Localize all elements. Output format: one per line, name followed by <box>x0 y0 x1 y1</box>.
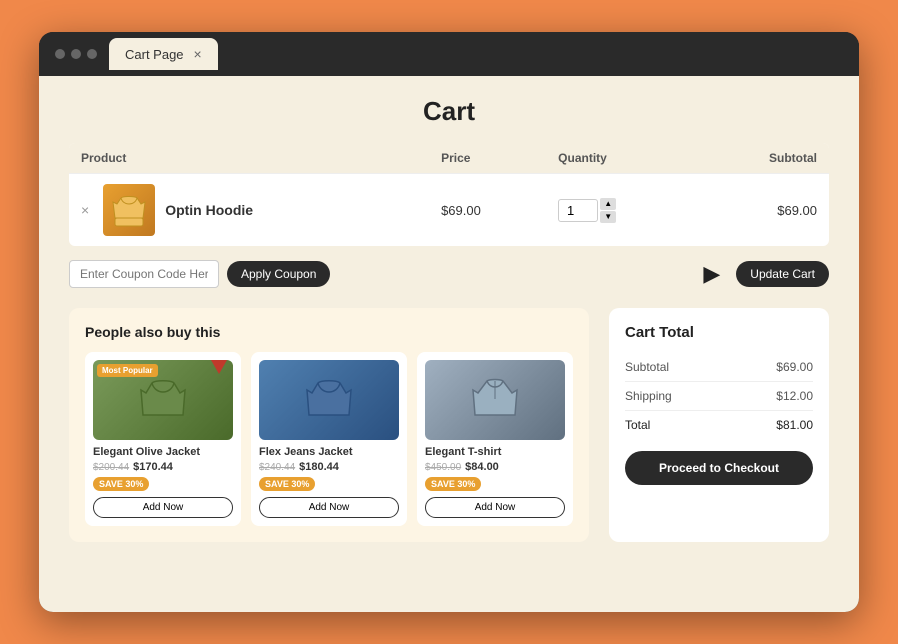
page-title: Cart <box>69 96 829 127</box>
people-buy-title: People also buy this <box>85 324 573 340</box>
cursor-icon: ▶ <box>703 261 720 287</box>
save-badge-1: SAVE 30% <box>259 477 315 491</box>
product-card-image-2 <box>425 360 565 440</box>
quantity-arrows: ▲ ▼ <box>600 198 616 223</box>
product-price: $69.00 <box>429 174 546 247</box>
price-row-2: $450.00 $84.00 <box>425 461 565 473</box>
bookmark-icon <box>211 360 227 374</box>
browser-content: Cart Product Price Quantity Subtotal × <box>39 76 859 612</box>
dot-2 <box>71 49 81 59</box>
col-subtotal: Subtotal <box>697 143 829 174</box>
update-cart-button[interactable]: Update Cart <box>736 261 829 287</box>
product-quantity-cell: ▲ ▼ <box>546 174 697 247</box>
qty-up-button[interactable]: ▲ <box>600 198 616 210</box>
quantity-input[interactable] <box>558 199 598 222</box>
col-product: Product <box>69 143 429 174</box>
save-badge-2: SAVE 30% <box>425 477 481 491</box>
product-name-1: Flex Jeans Jacket <box>259 446 399 458</box>
subtotal-row: Subtotal $69.00 <box>625 353 813 382</box>
qty-down-button[interactable]: ▼ <box>600 211 616 223</box>
total-value: $81.00 <box>776 418 813 432</box>
cart-total-section: Cart Total Subtotal $69.00 Shipping $12.… <box>609 308 829 542</box>
shipping-row: Shipping $12.00 <box>625 382 813 411</box>
product-card-image-1 <box>259 360 399 440</box>
product-card-2: Elegant T-shirt $450.00 $84.00 SAVE 30% … <box>417 352 573 526</box>
dot-3 <box>87 49 97 59</box>
checkout-button[interactable]: Proceed to Checkout <box>625 451 813 485</box>
product-name-0: Elegant Olive Jacket <box>93 446 233 458</box>
most-popular-badge: Most Popular <box>97 364 158 377</box>
price-row-0: $200.44 $170.44 <box>93 461 233 473</box>
people-also-buy-section: People also buy this Most Popular Elegan… <box>69 308 589 542</box>
total-row: Total $81.00 <box>625 411 813 439</box>
product-card-1: Flex Jeans Jacket $240.44 $180.44 SAVE 3… <box>251 352 407 526</box>
apply-coupon-button[interactable]: Apply Coupon <box>227 261 330 287</box>
tab-label: Cart Page <box>125 47 184 62</box>
subtotal-label: Subtotal <box>625 360 669 374</box>
old-price-2: $450.00 <box>425 462 461 473</box>
new-price-1: $180.44 <box>299 461 339 473</box>
cart-total-title: Cart Total <box>625 324 813 341</box>
browser-titlebar: Cart Page × <box>39 32 859 76</box>
bottom-section: People also buy this Most Popular Elegan… <box>69 308 829 542</box>
shipping-value: $12.00 <box>776 389 813 403</box>
total-label: Total <box>625 418 650 432</box>
product-cell: × Optin Hoodie <box>69 174 429 247</box>
add-now-button-2[interactable]: Add Now <box>425 497 565 518</box>
add-now-button-0[interactable]: Add Now <box>93 497 233 518</box>
product-cards: Most Popular Elegant Olive Jacket $200.4… <box>85 352 573 526</box>
coupon-input[interactable] <box>69 260 219 288</box>
cart-actions: Apply Coupon ▶ Update Cart <box>69 260 829 288</box>
add-now-button-1[interactable]: Add Now <box>259 497 399 518</box>
remove-item-button[interactable]: × <box>81 202 89 218</box>
tab-close-button[interactable]: × <box>194 46 202 62</box>
product-card-image-0: Most Popular <box>93 360 233 440</box>
browser-window: Cart Page × Cart Product Price Quantity … <box>39 32 859 612</box>
col-price: Price <box>429 143 546 174</box>
dot-1 <box>55 49 65 59</box>
col-quantity: Quantity <box>546 143 697 174</box>
cart-table: Product Price Quantity Subtotal × <box>69 143 829 246</box>
browser-dots <box>55 49 97 59</box>
subtotal-value: $69.00 <box>776 360 813 374</box>
product-name-2: Elegant T-shirt <box>425 446 565 458</box>
price-row-1: $240.44 $180.44 <box>259 461 399 473</box>
shipping-label: Shipping <box>625 389 672 403</box>
table-row: × Optin Hoodie $69.00 <box>69 174 829 247</box>
product-name: Optin Hoodie <box>165 202 253 218</box>
coupon-area: Apply Coupon <box>69 260 330 288</box>
product-card-0: Most Popular Elegant Olive Jacket $200.4… <box>85 352 241 526</box>
product-subtotal: $69.00 <box>697 174 829 247</box>
save-badge-0: SAVE 30% <box>93 477 149 491</box>
product-image <box>103 184 155 236</box>
old-price-0: $200.44 <box>93 462 129 473</box>
cart-table-header-row: Product Price Quantity Subtotal <box>69 143 829 174</box>
new-price-0: $170.44 <box>133 461 173 473</box>
browser-tab[interactable]: Cart Page × <box>109 38 218 70</box>
old-price-1: $240.44 <box>259 462 295 473</box>
new-price-2: $84.00 <box>465 461 499 473</box>
